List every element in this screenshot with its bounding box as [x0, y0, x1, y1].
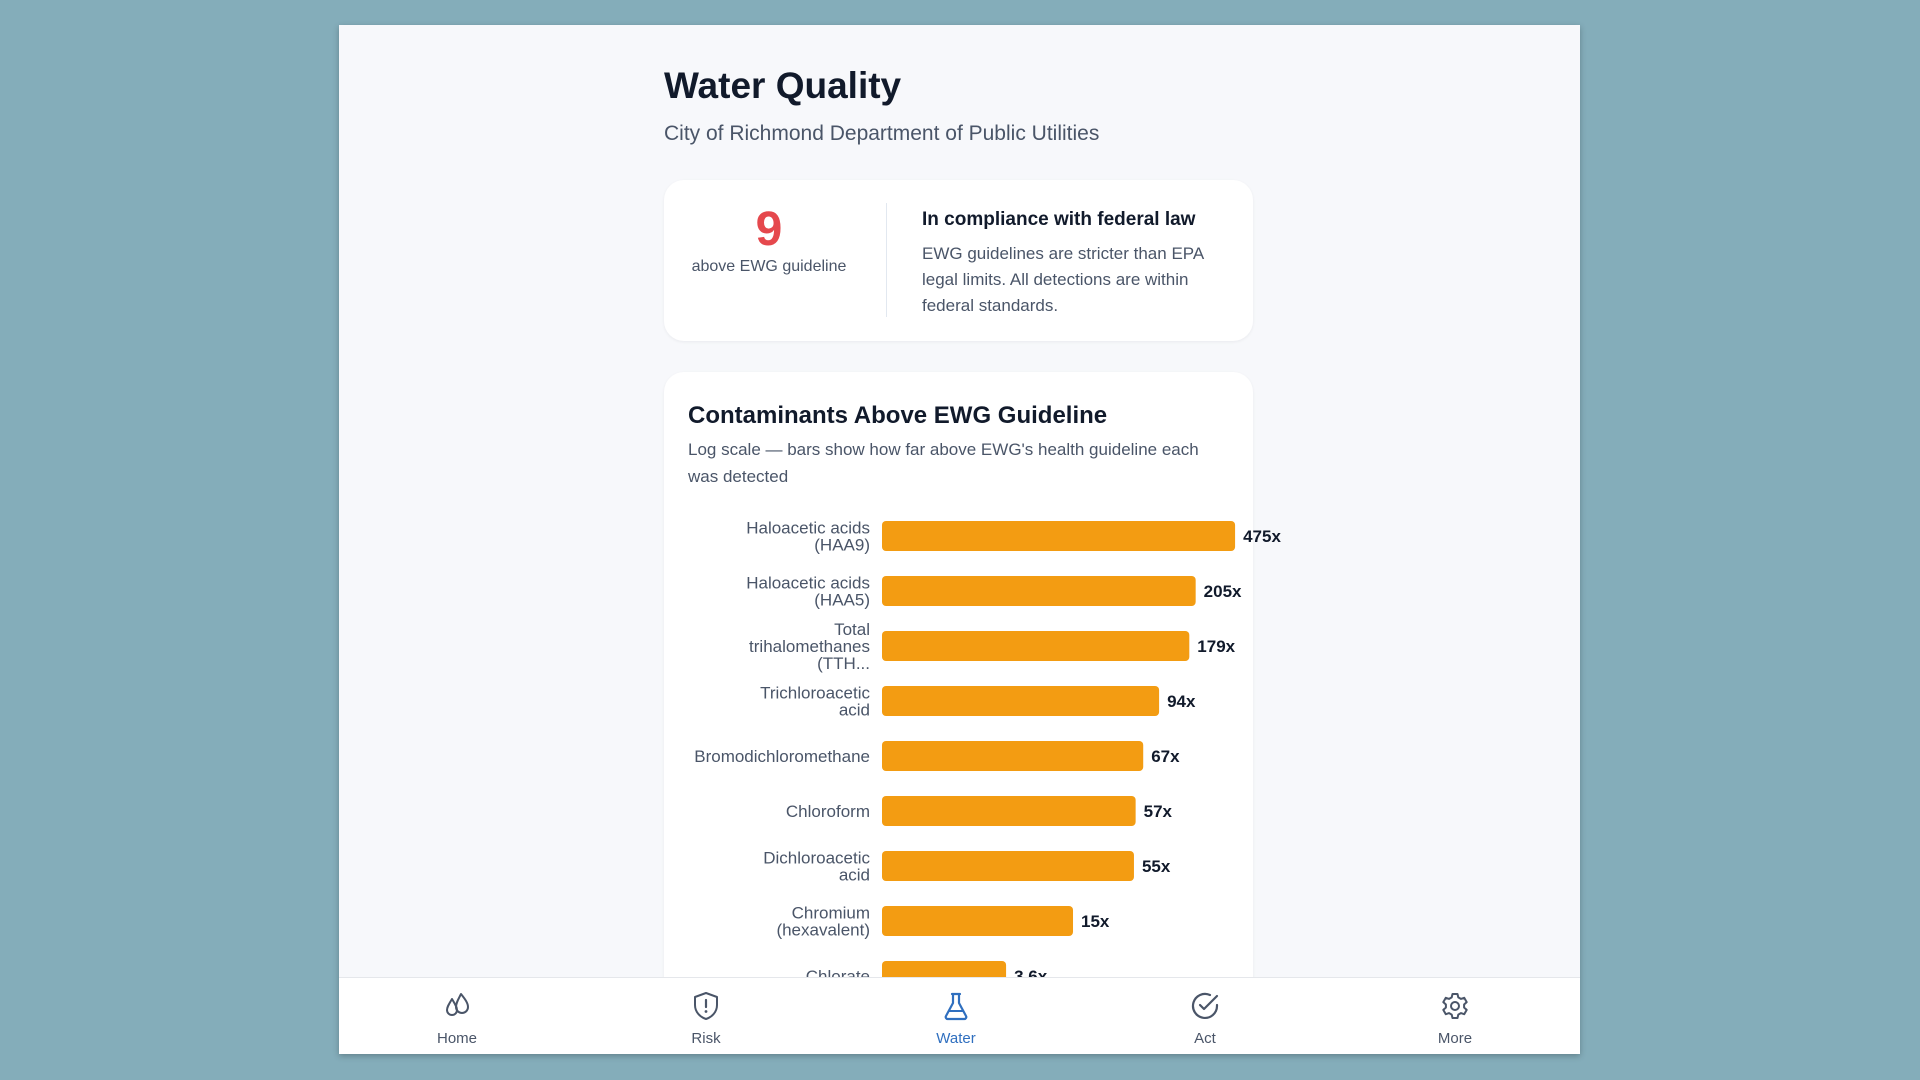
chart-bar	[882, 796, 1136, 826]
chart-bar	[882, 906, 1074, 936]
summary-card: 9 above EWG guideline In compliance with…	[664, 180, 1253, 341]
gear-icon	[1442, 993, 1468, 1019]
nav-item-home[interactable]: Home	[397, 978, 517, 1054]
compliance-body: EWG guidelines are stricter than EPA leg…	[922, 244, 1204, 315]
flask-icon	[944, 992, 968, 1021]
nav-item-more[interactable]: More	[1395, 978, 1515, 1054]
nav-label-home: Home	[436, 1030, 477, 1047]
bar-value-label: 15x	[1081, 912, 1110, 931]
droplets-icon	[446, 993, 469, 1016]
bar-value-label: 475x	[1243, 527, 1281, 546]
bar-value-label: 94x	[1167, 692, 1196, 711]
check-circle-icon	[1191, 992, 1219, 1019]
bar-value-label: 205x	[1204, 582, 1242, 601]
bar-value-label: 57x	[1144, 802, 1173, 821]
nav-label-act: Act	[1194, 1030, 1216, 1047]
bottom-nav: Home Risk Water Act More	[339, 977, 1580, 1054]
divider	[886, 203, 887, 317]
contaminants-bar-chart: 475x Haloacetic acids (HAA9) 205x Haloacetic…	[694, 519, 1281, 991]
category-label-line: (HAA5)	[814, 591, 870, 610]
nav-item-act[interactable]: Act	[1145, 978, 1265, 1054]
category-label: Trichloroacetic acid	[760, 684, 870, 720]
bar-value-label: 179x	[1197, 637, 1235, 656]
chart-bar	[882, 851, 1134, 881]
category-label-line: Chloroform	[786, 802, 870, 821]
category-label-line: acid	[839, 866, 870, 885]
count-caption: above EWG guideline	[691, 258, 847, 275]
page-subtitle: City of Richmond Department of Public Ut…	[664, 122, 1100, 145]
bar-value-label: 67x	[1151, 747, 1180, 766]
category-label: Bromodichloromethane	[694, 747, 870, 766]
nav-item-risk[interactable]: Risk	[646, 978, 766, 1054]
nav-item-water[interactable]: Water	[896, 978, 1016, 1054]
contaminant-count: 9	[755, 203, 783, 256]
chart-bar	[882, 686, 1160, 716]
nav-label-risk: Risk	[691, 1030, 721, 1047]
chart-bar	[882, 576, 1196, 606]
nav-label-more: More	[1437, 1030, 1473, 1047]
contaminants-chart-card: Contaminants Above EWG Guideline Log sca…	[664, 372, 1281, 1054]
category-label-line: (TTH...	[817, 654, 870, 673]
category-label-line: (HAA9)	[814, 536, 870, 555]
category-label-line: acid	[839, 701, 870, 720]
category-label: Total trihalomethanes (TTH...	[749, 620, 870, 673]
category-label: Chloroform	[786, 802, 870, 821]
app-window: Water Quality City of Richmond Departmen…	[339, 25, 1580, 1054]
nav-label-water: Water	[936, 1030, 976, 1047]
page-title: Water Quality	[664, 65, 902, 106]
chart-bar	[882, 521, 1236, 551]
shield-alert-icon	[694, 992, 718, 1020]
compliance-title: In compliance with federal law	[922, 209, 1196, 230]
category-label: Haloacetic acids (HAA9)	[746, 519, 870, 555]
bar-value-label: 55x	[1142, 857, 1171, 876]
chart-bar	[882, 741, 1144, 771]
category-label-line: Bromodichloromethane	[694, 747, 870, 766]
category-label-line: (hexavalent)	[776, 921, 870, 940]
chart-bar	[882, 631, 1190, 661]
category-label: Chromium (hexavalent)	[776, 904, 870, 940]
category-label: Haloacetic acids (HAA5)	[746, 574, 870, 610]
category-label: Dichloroacetic acid	[763, 849, 870, 885]
